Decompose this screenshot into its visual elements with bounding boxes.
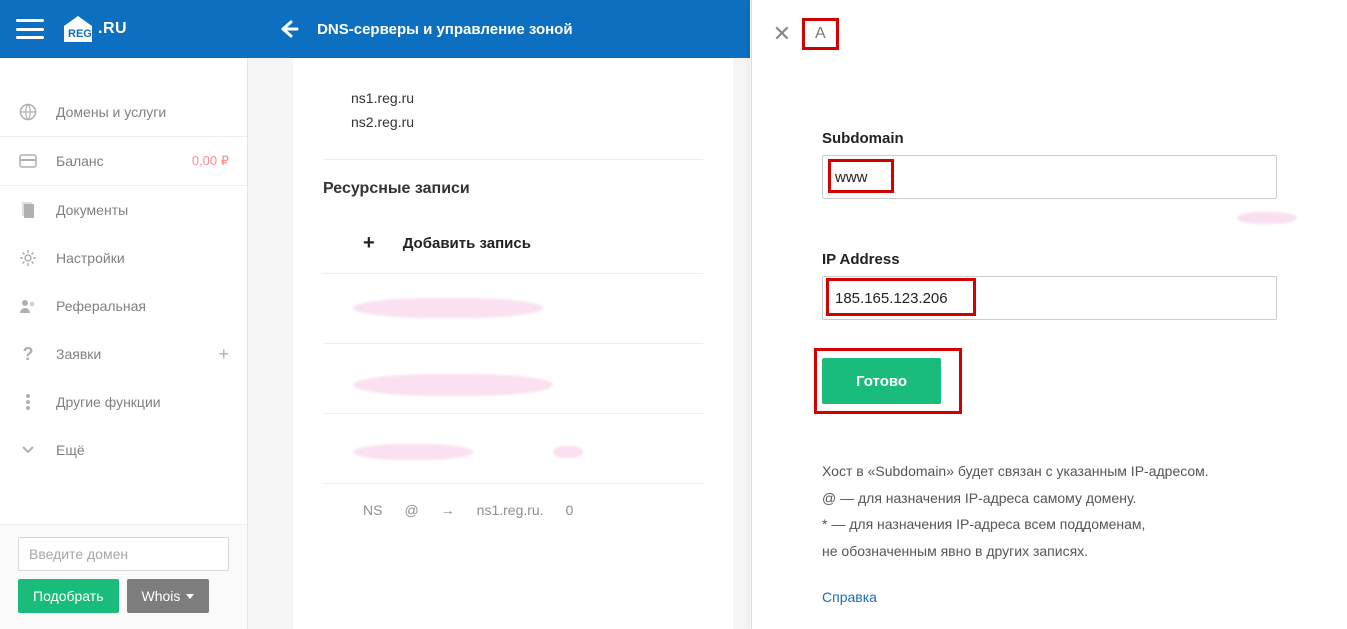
sidebar: Домены и услуги Баланс 0,00 ₽ Документы [0,58,248,629]
gear-icon [18,248,38,268]
record-type-badge: A [802,18,839,50]
sidebar-item-balance[interactable]: Баланс 0,00 ₽ [0,137,247,185]
sidebar-item-tickets[interactable]: ? Заявки + [0,330,247,378]
plus-icon: + [363,232,375,255]
record-row[interactable] [323,414,703,484]
balance-amount: 0,00 ₽ [192,153,229,169]
help-line: @ — для назначения IP-адреса самому доме… [822,485,1277,512]
nameserver-list: ns1.reg.ru ns2.reg.ru [351,86,703,134]
record-row[interactable] [323,274,703,344]
wallet-icon [18,151,38,171]
sidebar-item-label: Настройки [56,250,229,266]
sidebar-item-label: Домены и услуги [56,104,229,120]
arrow-right-icon: → [441,502,455,518]
close-icon[interactable]: ✕ [770,21,794,47]
help-line: * — для назначения IP-адреса всем поддом… [822,511,1277,538]
sidebar-item-label: Другие функции [56,394,229,410]
submit-button[interactable]: Готово [822,358,941,404]
section-title: Ресурсные записи [323,180,703,198]
add-record-label: Добавить запись [403,235,531,252]
chevron-down-icon [18,440,38,460]
dots-icon [18,392,38,412]
globe-icon [18,102,38,122]
logo[interactable]: REG .RU [60,14,127,44]
whois-button-label: Whois [142,588,181,604]
sidebar-item-referral[interactable]: Реферальная [0,282,247,330]
topbar: REG .RU DNS-серверы и управление зоной [0,0,750,58]
logo-suffix: .RU [98,20,127,38]
sidebar-item-documents[interactable]: Документы [0,186,247,234]
sidebar-item-domains[interactable]: Домены и услуги [0,88,247,136]
domain-input[interactable] [18,537,229,571]
subdomain-input[interactable] [822,155,1277,199]
sidebar-item-label: Ещё [56,442,229,458]
record-host: @ [404,502,418,518]
main-area: ns1.reg.ru ns2.reg.ru Ресурсные записи +… [248,58,750,629]
search-domain-button[interactable]: Подобрать [18,579,119,613]
record-value: ns1.reg.ru. [477,502,544,518]
sidebar-item-label: Документы [56,202,229,218]
question-icon: ? [18,344,38,364]
logo-house-icon: REG [60,14,96,44]
page-title: DNS-серверы и управление зоной [317,21,573,38]
hamburger-menu-button[interactable] [16,19,44,39]
record-row[interactable] [323,344,703,414]
help-line: не обозначенным явно в других записях. [822,538,1277,565]
arrow-left-icon [277,18,299,40]
back-button[interactable] [277,18,299,40]
sidebar-item-label: Баланс [56,153,186,169]
record-type: NS [363,502,382,518]
sidebar-domain-search: Подобрать Whois [0,524,247,629]
sidebar-item-label: Заявки [56,346,218,362]
add-record-button[interactable]: + Добавить запись [323,220,703,274]
help-line: Хост в «Subdomain» будет связан с указан… [822,458,1277,485]
help-text: Хост в «Subdomain» будет связан с указан… [822,458,1277,611]
plus-icon[interactable]: + [218,344,229,365]
chevron-down-icon [186,594,194,599]
docs-icon [18,200,38,220]
svg-text:REG: REG [68,28,92,40]
ip-input[interactable] [822,276,1277,320]
sidebar-item-more[interactable]: Ещё [0,426,247,474]
nameserver-entry: ns1.reg.ru [351,86,703,110]
subdomain-label: Subdomain [822,130,1277,147]
sidebar-item-label: Реферальная [56,298,229,314]
record-row-ns[interactable]: NS @ → ns1.reg.ru. 0 [323,484,703,518]
sidebar-item-settings[interactable]: Настройки [0,234,247,282]
record-editor-drawer: ✕ A Subdomain IP Address Готово Хост в «… [751,0,1347,629]
ip-label: IP Address [822,251,1277,268]
record-ttl: 0 [566,502,574,518]
nameserver-entry: ns2.reg.ru [351,110,703,134]
sidebar-item-other[interactable]: Другие функции [0,378,247,426]
whois-button[interactable]: Whois [127,579,210,613]
people-icon [18,296,38,316]
help-link[interactable]: Справка [822,584,877,611]
dns-card: ns1.reg.ru ns2.reg.ru Ресурсные записи +… [293,58,733,629]
